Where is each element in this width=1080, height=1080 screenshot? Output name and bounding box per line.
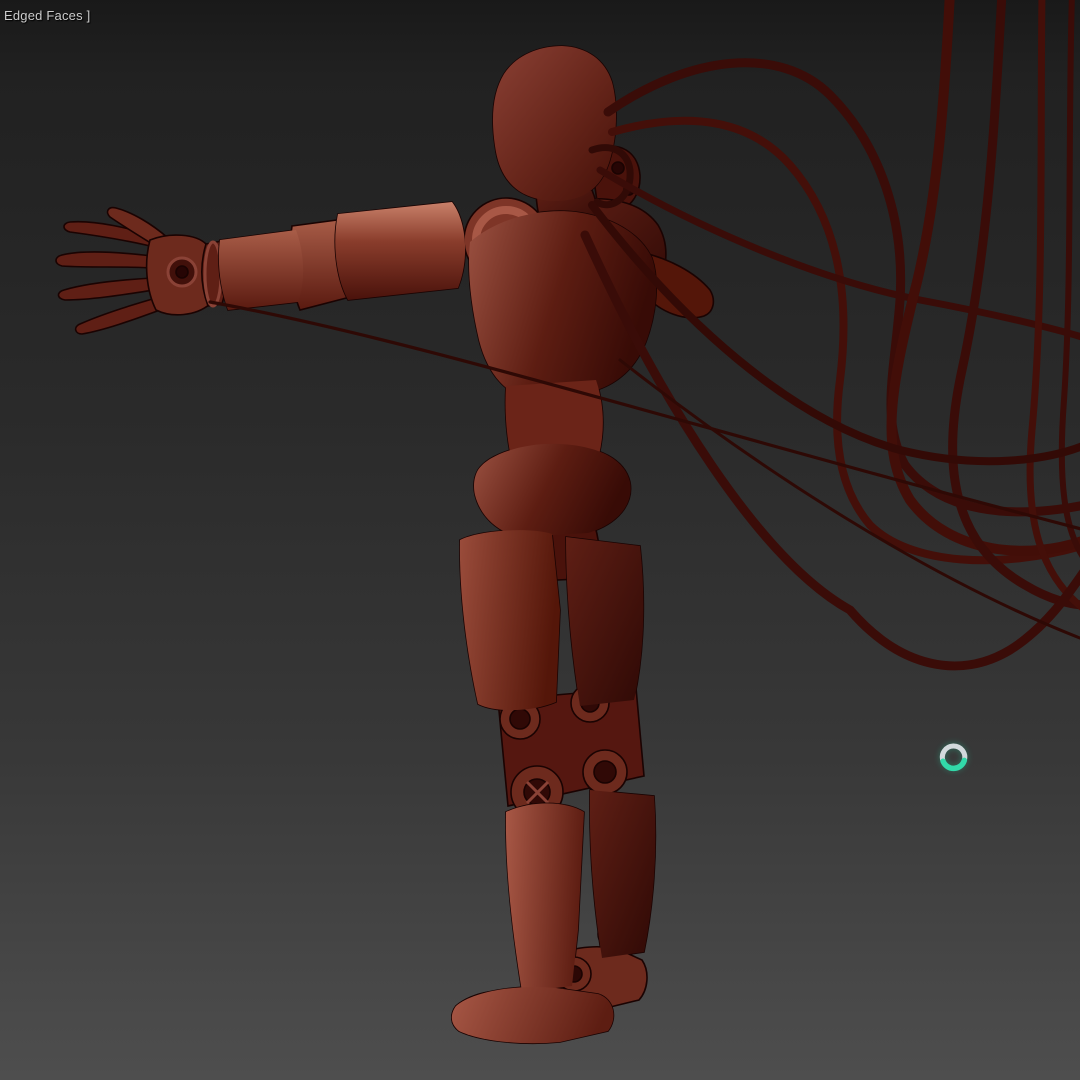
progress-ring-icon [938, 742, 969, 772]
viewport-canvas[interactable]: Edged Faces ] [0, 0, 1080, 1080]
robot-hand [55, 206, 211, 335]
scene-3d [55, 0, 1080, 1045]
robot-model[interactable] [55, 45, 715, 1045]
viewport-shading-label[interactable]: Edged Faces ] [4, 8, 90, 23]
